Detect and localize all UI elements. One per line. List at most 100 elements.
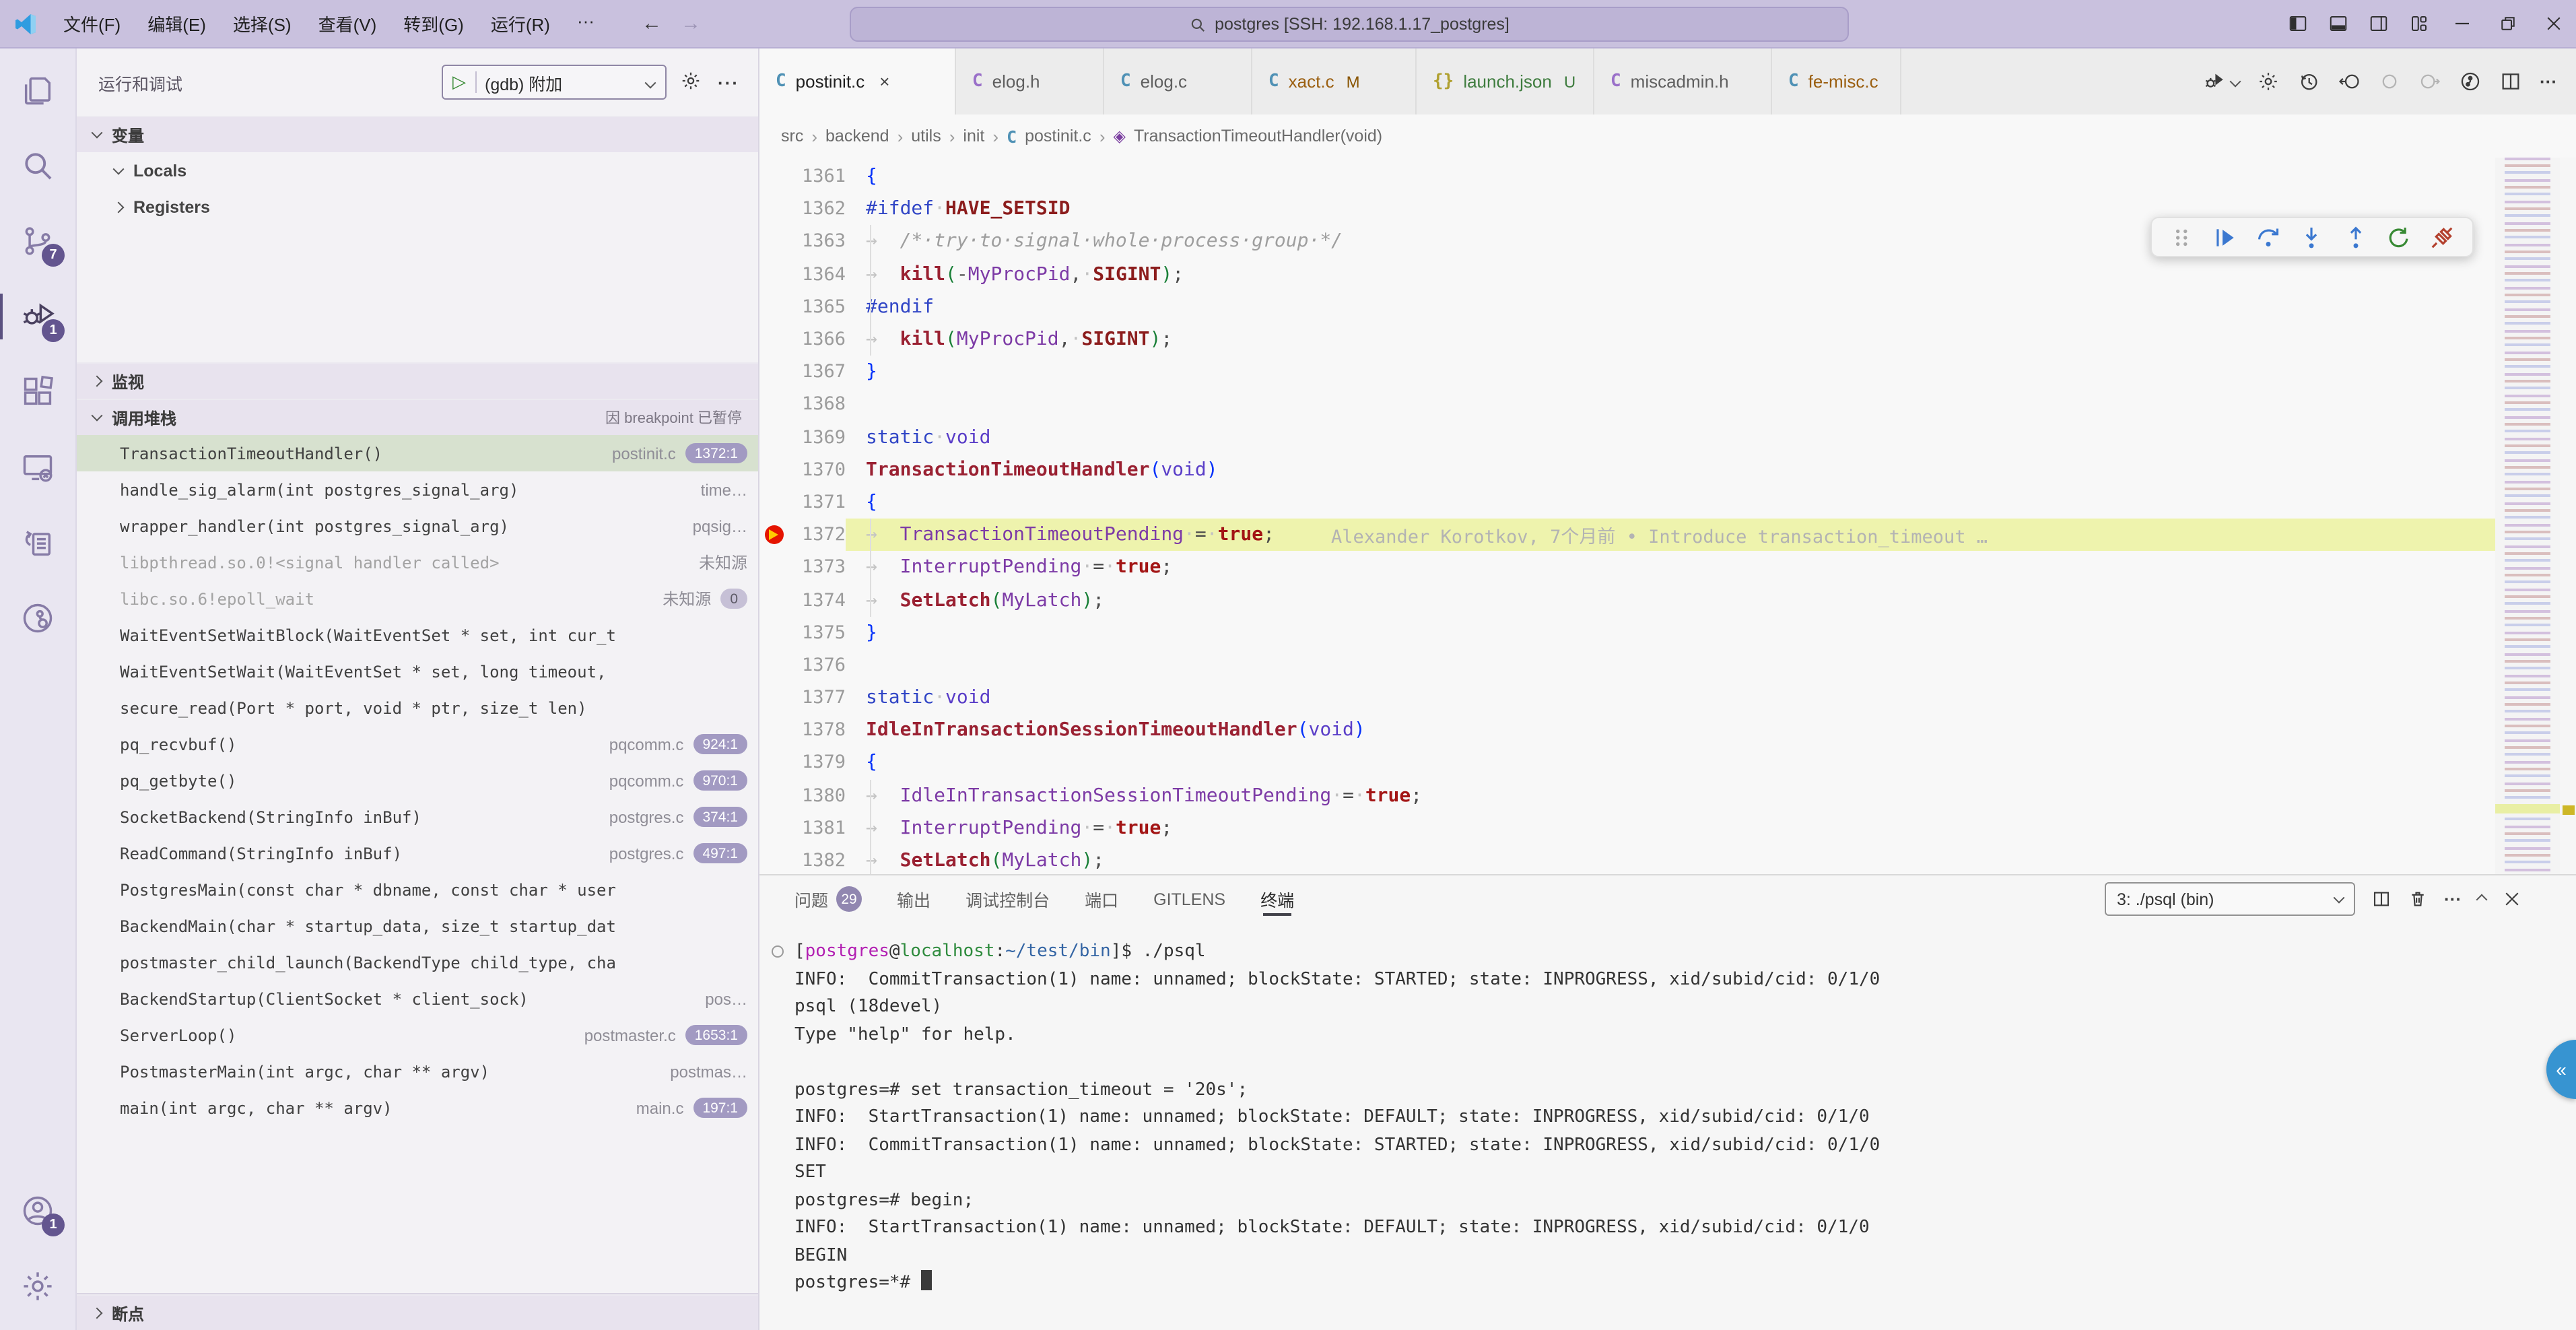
start-debug-icon[interactable]: ▷ (443, 71, 477, 93)
breadcrumb-item[interactable]: postinit.c (1025, 127, 1091, 145)
variables-group-registers[interactable]: Registers (77, 189, 758, 225)
restore-icon[interactable] (2484, 6, 2530, 41)
code-line[interactable]: 1370TransactionTimeoutHandler(void) (759, 453, 2495, 486)
stack-frame[interactable]: WaitEventSetWait(WaitEventSet * set, lon… (77, 653, 758, 690)
debug-run-file-icon[interactable] (2203, 70, 2226, 93)
breadcrumb-item[interactable]: utils (911, 127, 941, 145)
code-line[interactable]: 1367} (759, 356, 2495, 388)
stack-frame[interactable]: main(int argc, char ** argv)main.c197:1 (77, 1090, 758, 1126)
stack-frame[interactable]: postmaster_child_launch(BackendType chil… (77, 944, 758, 980)
toggle-secondary-sidebar-icon[interactable] (2358, 6, 2398, 41)
code-line[interactable]: 1366→ kill(MyProcPid,·SIGINT); (759, 323, 2495, 356)
extensions-icon[interactable] (8, 361, 67, 423)
code-line[interactable]: 1372→ TransactionTimeoutPending·=·true;A… (759, 519, 2495, 551)
stack-frame[interactable]: secure_read(Port * port, void * ptr, siz… (77, 690, 758, 726)
code-line[interactable]: 1379{ (759, 747, 2495, 779)
source-control-icon[interactable]: 7 (8, 210, 67, 272)
run-debug-icon[interactable]: 1 (8, 286, 67, 347)
search-icon[interactable] (8, 135, 67, 197)
menu-item[interactable]: 转到(G) (391, 5, 476, 42)
panel-tab-GITLENS[interactable]: GITLENS (1153, 875, 1225, 923)
tab-fe-misc.c[interactable]: Cfe-misc.c (1772, 48, 1901, 114)
step-out-button[interactable] (2338, 221, 2373, 253)
panel-tab-输出[interactable]: 输出 (897, 875, 930, 923)
continue-button[interactable] (2208, 221, 2243, 253)
stack-frame[interactable]: WaitEventSetWaitBlock(WaitEventSet * set… (77, 617, 758, 653)
step-over-button[interactable] (2251, 221, 2286, 253)
code-editor[interactable]: 1361{1362#ifdef·HAVE_SETSID1363→ /*·try·… (759, 158, 2576, 874)
call-stack-section-header[interactable]: 调用堆栈 因 breakpoint 已暂停 (77, 399, 758, 435)
minimap[interactable] (2495, 158, 2560, 874)
tab-miscadmin.h[interactable]: Cmiscadmin.h (1594, 48, 1772, 114)
variables-section-header[interactable]: 变量 (77, 116, 758, 152)
stack-frame[interactable]: libc.so.6!epoll_wait未知源0 (77, 580, 758, 617)
code-line[interactable]: 1377static·void (759, 681, 2495, 714)
launch-config-select[interactable]: ▷ (gdb) 附加 (442, 65, 667, 100)
stack-frame[interactable]: wrapper_handler(int postgres_signal_arg)… (77, 508, 758, 544)
stack-frame[interactable]: pq_getbyte()pqcomm.c970:1 (77, 762, 758, 799)
watch-section-header[interactable]: 监视 (77, 362, 758, 399)
nav-back-icon[interactable]: ← (642, 12, 662, 35)
close-window-icon[interactable] (2530, 6, 2576, 41)
explorer-icon[interactable] (8, 59, 67, 121)
stack-frame[interactable]: TransactionTimeoutHandler()postinit.c137… (77, 435, 758, 471)
gitlens-icon[interactable] (8, 587, 67, 649)
tab-launch.json[interactable]: {}launch.jsonU (1417, 48, 1594, 114)
tab-postinit.c[interactable]: Cpostinit.c× (759, 48, 956, 114)
nav-forward-icon[interactable]: → (681, 12, 701, 35)
panel-tab-端口[interactable]: 端口 (1085, 875, 1118, 923)
remote-explorer-icon[interactable] (8, 436, 67, 498)
code-line[interactable]: 1365#endif (759, 291, 2495, 323)
menu-item[interactable]: 查看(V) (306, 5, 389, 42)
tab-xact.c[interactable]: Cxact.cM (1252, 48, 1417, 114)
code-line[interactable]: 1376 (759, 649, 2495, 681)
debug-settings-gear-icon[interactable] (680, 69, 702, 95)
code-line[interactable]: 1368 (759, 389, 2495, 421)
account-icon[interactable]: 1 (8, 1180, 67, 1242)
code-line[interactable]: 1381→ InterruptPending·=·true; (759, 812, 2495, 844)
menu-item[interactable]: 文件(F) (51, 5, 133, 42)
menu-item[interactable]: 运行(R) (479, 5, 562, 42)
code-line[interactable]: 1373→ InterruptPending·=·true; (759, 552, 2495, 584)
stack-frame[interactable]: PostmasterMain(int argc, char ** argv)po… (77, 1053, 758, 1090)
breakpoint-current-icon[interactable] (759, 525, 789, 544)
stack-frame[interactable]: BackendStartup(ClientSocket * client_soc… (77, 980, 758, 1017)
maximize-panel-icon[interactable] (2478, 895, 2486, 903)
code-line[interactable]: 1364→ kill(-MyProcPid,·SIGINT); (759, 258, 2495, 290)
breadcrumb-item[interactable]: backend (825, 127, 889, 145)
gear-icon[interactable] (2257, 70, 2280, 93)
open-changes-back-icon[interactable] (2338, 70, 2361, 93)
terminal[interactable]: [postgres@localhost:~/test/bin]$ ./psqlI… (759, 923, 2576, 1330)
code-line[interactable]: 1369static·void (759, 421, 2495, 453)
menu-item[interactable]: ··· (565, 5, 607, 42)
breadcrumb-item[interactable]: src (781, 127, 803, 145)
step-into-button[interactable] (2295, 221, 2330, 253)
stack-frame[interactable]: ReadCommand(StringInfo inBuf)postgres.c4… (77, 835, 758, 871)
panel-tab-终端[interactable]: 终端 (1260, 875, 1294, 923)
stack-frame[interactable]: BackendMain(char * startup_data, size_t … (77, 908, 758, 944)
menu-item[interactable]: 编辑(E) (135, 5, 218, 42)
references-icon[interactable] (8, 512, 67, 574)
code-line[interactable]: 1374→ SetLatch(MyLatch); (759, 584, 2495, 616)
tab-elog.c[interactable]: Celog.c (1104, 48, 1252, 114)
stack-frame[interactable]: SocketBackend(StringInfo inBuf)postgres.… (77, 799, 758, 835)
panel-tab-调试控制台[interactable]: 调试控制台 (965, 875, 1050, 923)
breadcrumb-item[interactable]: init (963, 127, 984, 145)
chevron-down-icon[interactable] (2231, 71, 2239, 92)
terminal-picker[interactable]: 3: ./psql (bin) (2105, 882, 2355, 916)
code-line[interactable]: 1382→ SetLatch(MyLatch); (759, 844, 2495, 874)
minimize-icon[interactable] (2439, 6, 2484, 41)
disconnect-button[interactable] (2425, 221, 2460, 253)
command-decoration-icon[interactable] (772, 945, 784, 958)
tab-elog.h[interactable]: Celog.h (956, 48, 1104, 114)
code-line[interactable]: 1361{ (759, 160, 2495, 193)
split-terminal-icon[interactable] (2371, 889, 2392, 909)
more-actions-icon[interactable]: ··· (2540, 71, 2557, 92)
close-icon[interactable]: × (879, 71, 889, 92)
breakpoints-section-header[interactable]: 断点 (77, 1294, 758, 1330)
stack-frame[interactable]: libpthread.so.0!<signal handler called>未… (77, 544, 758, 580)
toggle-panel-icon[interactable] (2317, 6, 2358, 41)
stack-frame[interactable]: ServerLoop()postmaster.c1653:1 (77, 1017, 758, 1053)
breadcrumb-item[interactable]: TransactionTimeoutHandler(void) (1134, 127, 1382, 145)
git-graph-icon[interactable] (2459, 70, 2482, 93)
